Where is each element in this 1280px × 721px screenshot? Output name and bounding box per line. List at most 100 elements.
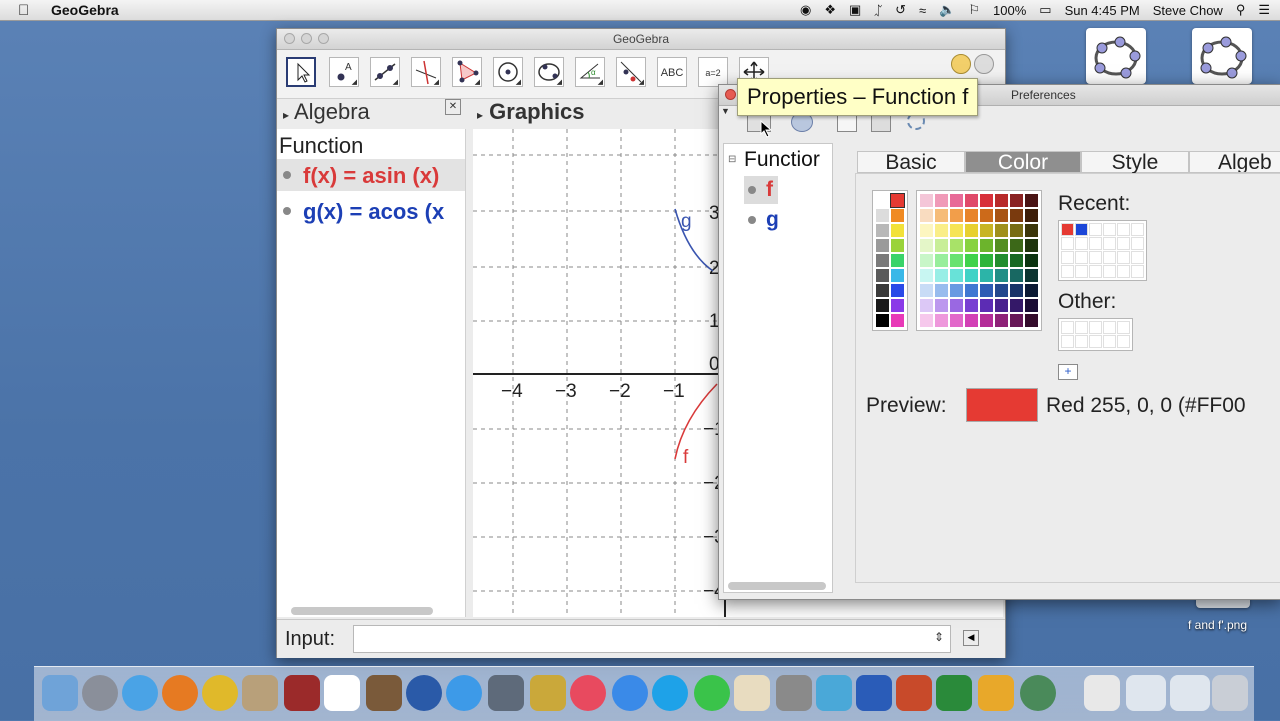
color-swatch[interactable]	[890, 193, 905, 208]
app-menu[interactable]: GeoGebra	[51, 2, 119, 18]
color-swatch[interactable]	[965, 239, 978, 252]
other-color-swatch[interactable]	[1089, 321, 1102, 334]
color-swatch[interactable]	[1010, 254, 1023, 267]
color-swatch[interactable]	[1025, 194, 1038, 207]
color-swatch[interactable]	[876, 254, 889, 267]
recent-color-swatch[interactable]	[1117, 251, 1130, 264]
other-color-swatch[interactable]	[1075, 321, 1088, 334]
time-machine-icon[interactable]: ↺	[895, 2, 906, 18]
color-swatch[interactable]	[980, 299, 993, 312]
color-swatch[interactable]	[920, 269, 933, 282]
other-color-swatch[interactable]	[1061, 335, 1074, 348]
other-color-swatch[interactable]	[1075, 335, 1088, 348]
tool-line[interactable]: ◢	[370, 57, 400, 87]
apple-icon[interactable]: 	[18, 2, 34, 19]
user-name[interactable]: Steve Chow	[1153, 3, 1223, 18]
powerpoint-icon[interactable]	[896, 675, 932, 711]
color-swatch[interactable]	[1010, 224, 1023, 237]
tab-basic[interactable]: Basic	[857, 151, 965, 174]
expand-arrow-icon[interactable]: ▸	[283, 108, 289, 122]
system-preferences-icon[interactable]	[776, 675, 812, 711]
color-swatch[interactable]	[891, 299, 904, 312]
color-swatch[interactable]	[920, 299, 933, 312]
tool-point[interactable]: A ◢	[329, 57, 359, 87]
notification-center-icon[interactable]: ☰	[1258, 2, 1270, 18]
quicktime-icon[interactable]	[406, 675, 442, 711]
color-swatch[interactable]	[935, 209, 948, 222]
color-swatch[interactable]	[965, 269, 978, 282]
color-swatch[interactable]	[935, 254, 948, 267]
dictionary-icon[interactable]	[284, 675, 320, 711]
pencil-app-icon[interactable]	[366, 675, 402, 711]
recent-color-swatch[interactable]	[1131, 237, 1144, 250]
visibility-bullet-icon[interactable]	[283, 207, 291, 215]
trash-icon[interactable]	[1212, 675, 1248, 711]
color-swatch[interactable]	[935, 299, 948, 312]
algebra-hscrollbar[interactable]	[291, 607, 433, 615]
tool-text[interactable]: ABC	[657, 57, 687, 87]
color-swatch[interactable]	[995, 299, 1008, 312]
color-swatch[interactable]	[920, 194, 933, 207]
recent-color-swatch[interactable]	[1061, 223, 1074, 236]
color-swatch[interactable]	[891, 254, 904, 267]
messages-icon[interactable]	[446, 675, 482, 711]
color-swatch[interactable]	[965, 299, 978, 312]
textedit-icon[interactable]	[734, 675, 770, 711]
other-color-swatch[interactable]	[1061, 321, 1074, 334]
function-g-expression[interactable]: g(x) = acos (x	[303, 199, 444, 225]
recent-swatches[interactable]	[1058, 220, 1147, 281]
color-swatch[interactable]	[995, 254, 1008, 267]
spotlight-icon[interactable]: ⚲	[1236, 2, 1246, 18]
safari-icon[interactable]	[122, 675, 158, 711]
recent-color-swatch[interactable]	[1131, 223, 1144, 236]
skype-icon[interactable]	[652, 675, 688, 711]
tab-color[interactable]: Color	[965, 151, 1081, 174]
recent-color-swatch[interactable]	[1117, 265, 1130, 278]
tool-reflect[interactable]: ◢	[616, 57, 646, 87]
tool-conic[interactable]: ◢	[534, 57, 564, 87]
close-view-icon[interactable]: ✕	[445, 99, 461, 115]
word-icon[interactable]	[856, 675, 892, 711]
color-swatch[interactable]	[950, 314, 963, 327]
grapher-icon[interactable]	[816, 675, 852, 711]
facetime-icon[interactable]	[488, 675, 524, 711]
minimize-button[interactable]	[301, 33, 312, 44]
color-swatch[interactable]	[920, 314, 933, 327]
geogebra-dock-icon[interactable]	[324, 675, 360, 711]
recent-color-swatch[interactable]	[1075, 223, 1088, 236]
color-swatch[interactable]	[935, 284, 948, 297]
color-swatch[interactable]	[965, 284, 978, 297]
imovie-icon[interactable]	[530, 675, 566, 711]
color-swatch[interactable]	[891, 224, 904, 237]
tool-move[interactable]	[286, 57, 316, 87]
color-swatch[interactable]	[995, 314, 1008, 327]
color-swatch[interactable]	[876, 194, 889, 207]
input-stepper-icon[interactable]: ⇕	[934, 630, 944, 644]
color-swatch[interactable]	[920, 239, 933, 252]
color-swatch[interactable]	[1025, 314, 1038, 327]
color-swatch[interactable]	[935, 314, 948, 327]
redo-icon[interactable]	[974, 54, 994, 74]
color-swatch[interactable]	[935, 239, 948, 252]
color-swatch[interactable]	[920, 209, 933, 222]
recent-color-swatch[interactable]	[1103, 251, 1116, 264]
tree-group-label[interactable]: Functior	[744, 148, 820, 172]
recent-color-swatch[interactable]	[1061, 265, 1074, 278]
tool-slider[interactable]: a=2	[698, 57, 728, 87]
color-swatch[interactable]	[1010, 299, 1023, 312]
color-swatch[interactable]	[891, 284, 904, 297]
color-swatch[interactable]	[876, 209, 889, 222]
tree-item-g[interactable]: g	[744, 206, 779, 234]
color-swatch[interactable]	[891, 239, 904, 252]
color-swatch[interactable]	[876, 269, 889, 282]
expand-arrow-icon[interactable]: ▸	[477, 108, 483, 122]
color-swatch[interactable]	[876, 284, 889, 297]
recent-color-swatch[interactable]	[1089, 265, 1102, 278]
outlook-icon[interactable]	[978, 675, 1014, 711]
color-swatch[interactable]	[891, 269, 904, 282]
tab-algebra[interactable]: Algeb	[1189, 151, 1280, 173]
color-swatch[interactable]	[1010, 284, 1023, 297]
minimized-window-1[interactable]	[1126, 675, 1166, 711]
color-swatch[interactable]	[950, 224, 963, 237]
tab-style[interactable]: Style	[1081, 151, 1189, 174]
